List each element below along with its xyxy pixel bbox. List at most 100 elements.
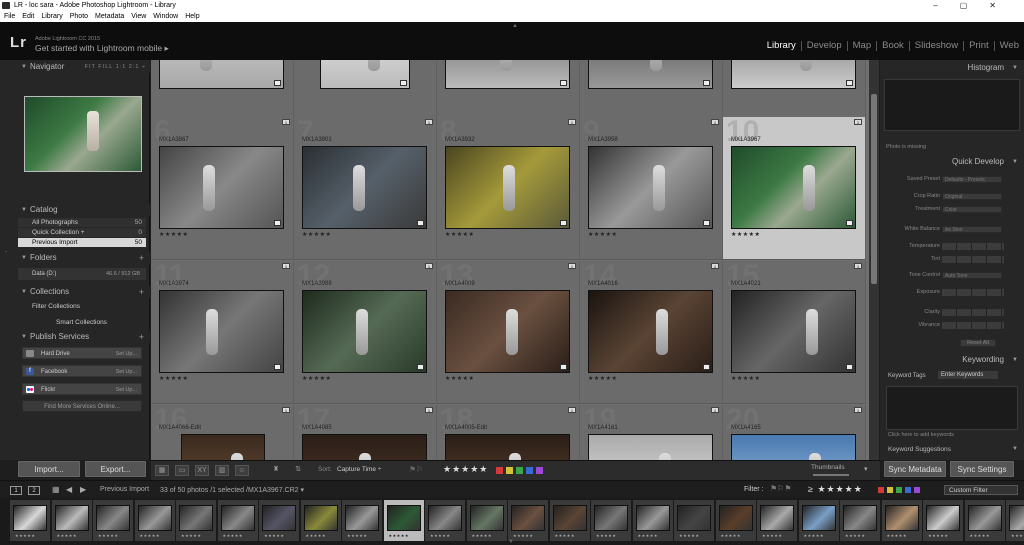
filmstrip-cell[interactable]: ★★★★★ <box>923 500 963 541</box>
grid-cell[interactable]: 1 <box>294 60 437 120</box>
publish-facebook[interactable]: f Facebook Set Up... <box>22 365 142 377</box>
edit-badge-icon[interactable] <box>400 80 407 86</box>
photo-thumbnail[interactable] <box>731 146 856 229</box>
filmstrip-cell[interactable]: ★★★★★ <box>840 500 880 541</box>
metadata-badge-icon[interactable]: 1 <box>711 407 719 413</box>
module-map[interactable]: Map <box>846 41 876 51</box>
photo-thumbnail[interactable] <box>445 290 570 373</box>
metadata-badge-icon[interactable]: 1 <box>854 119 862 125</box>
keyword-tags-dropdown[interactable]: Enter Keywords <box>938 371 998 379</box>
edit-badge-icon[interactable] <box>846 220 853 226</box>
grid-cell[interactable]: 1★★★★★ <box>437 60 580 120</box>
edit-badge-icon[interactable] <box>274 80 281 86</box>
metadata-badge-icon[interactable]: 1 <box>568 119 576 125</box>
grid-cell[interactable]: 18 MX1A4005-Edit 1 <box>437 405 580 460</box>
grid-cell[interactable]: 1★★★★★ <box>723 60 866 120</box>
edit-badge-icon[interactable] <box>703 80 710 86</box>
filter-rating[interactable]: ≥ ★★★★★ <box>808 484 863 495</box>
mobile-promo[interactable]: Get started with Lightroom mobile ▸ <box>35 43 169 54</box>
service-setup[interactable]: Set Up... <box>116 366 137 378</box>
filmstrip-cell[interactable]: ★★★★★ <box>300 500 341 541</box>
grid-view-icon[interactable]: ▦ <box>155 465 169 476</box>
filter-color-swatch[interactable] <box>878 487 884 493</box>
grid-cell[interactable]: 8 MX1A3932 1 ★★★★★ <box>437 117 580 260</box>
filmstrip-thumbnail[interactable] <box>677 505 711 531</box>
cell-rating[interactable]: ★★★★★ <box>588 231 617 238</box>
filmstrip-thumbnail[interactable] <box>13 505 47 531</box>
filmstrip-cell[interactable]: ★★★★★ <box>383 500 424 541</box>
filmstrip-cell[interactable]: ★★★★★ <box>1006 500 1024 541</box>
painter-icon[interactable]: ♜ <box>269 465 283 476</box>
loupe-view-icon[interactable]: ▭ <box>175 465 189 476</box>
grid-cell[interactable]: 6 MX1A3867 1 ★★★★★ <box>151 117 294 260</box>
sync-metadata-button[interactable]: Sync Metadata <box>884 461 946 477</box>
filmstrip-thumbnail[interactable] <box>54 505 89 531</box>
qd-adjust-buttons[interactable] <box>942 256 1004 263</box>
rating-stars[interactable]: ★★★★★ <box>443 464 488 475</box>
qd-dropdown[interactable]: Auto Tone <box>942 272 1002 279</box>
service-setup[interactable]: Set Up... <box>116 348 137 360</box>
photo-thumbnail[interactable] <box>320 60 410 89</box>
filmstrip-source[interactable]: Previous Import <box>100 486 149 493</box>
grid-cell[interactable]: 12 MX1A3988 1 ★★★★★ <box>294 261 437 404</box>
add-collection-icon[interactable]: + <box>139 286 144 298</box>
metadata-badge-icon[interactable]: 1 <box>425 119 433 125</box>
menu-window[interactable]: Window <box>153 11 178 22</box>
cell-rating[interactable]: ★★★★★ <box>159 231 188 238</box>
catalog-all-photographs[interactable]: All Photographs 50 <box>18 218 146 227</box>
back-arrow-icon[interactable]: ◀ <box>66 485 72 494</box>
photo-thumbnail[interactable] <box>302 434 427 460</box>
filmstrip-cell[interactable]: ★★★★★ <box>466 500 507 541</box>
metadata-badge-icon[interactable]: 1 <box>425 407 433 413</box>
photo-thumbnail[interactable] <box>731 290 856 373</box>
histogram-header[interactable]: Histogram ▼ <box>880 62 1024 74</box>
publish-hard-drive[interactable]: Hard Drive Set Up... <box>22 347 142 359</box>
reset-all-button[interactable]: Reset All <box>960 339 996 347</box>
filmstrip-cell[interactable]: ★★★★★ <box>176 500 216 541</box>
edit-badge-icon[interactable] <box>846 80 853 86</box>
filmstrip-cell[interactable]: ★★★★★ <box>217 500 258 541</box>
quick-develop-header[interactable]: Quick Develop ▼ <box>880 156 1024 168</box>
edit-badge-icon[interactable] <box>417 364 424 370</box>
photo-thumbnail[interactable] <box>445 146 570 229</box>
cell-rating[interactable]: ★★★★★ <box>445 375 474 382</box>
photo-thumbnail[interactable] <box>445 60 570 89</box>
filter-color-swatch[interactable] <box>905 487 911 493</box>
photo-thumbnail[interactable] <box>445 434 570 460</box>
window-controls[interactable]: –▢✕ <box>933 0 1018 11</box>
service-setup[interactable]: Set Up... <box>116 384 137 396</box>
filmstrip-cell[interactable]: ★★★★★ <box>591 500 631 541</box>
qd-adjust-buttons[interactable] <box>942 322 1004 329</box>
filmstrip-thumbnail[interactable] <box>303 505 338 531</box>
filter-color-swatch[interactable] <box>887 487 893 493</box>
filmstrip-cell[interactable]: ★★★★★ <box>881 500 922 541</box>
module-library[interactable]: Library <box>762 41 801 51</box>
edit-badge-icon[interactable] <box>274 220 281 226</box>
collection-filter[interactable]: Filter Collections <box>18 302 146 311</box>
collection-smart[interactable]: Smart Collections <box>18 318 146 327</box>
custom-filter-dropdown[interactable]: Custom Filter <box>944 485 1018 495</box>
grid-cell[interactable]: 15 MX1A4021 1 ★★★★★ <box>723 261 866 404</box>
cell-rating[interactable]: ★★★★★ <box>731 375 760 382</box>
photo-thumbnail[interactable] <box>588 290 713 373</box>
toolbar-menu-icon[interactable]: ▾ <box>864 465 876 476</box>
people-view-icon[interactable]: ☺ <box>235 465 249 476</box>
add-publish-service-icon[interactable]: + <box>139 331 144 343</box>
module-develop[interactable]: Develop <box>800 41 847 51</box>
cell-rating[interactable]: ★★★★★ <box>159 375 188 382</box>
filmstrip-cell[interactable]: ★★★★★ <box>674 500 714 541</box>
navigator-preview[interactable] <box>24 96 142 172</box>
filmstrip-cell[interactable]: ★★★★★ <box>342 500 382 541</box>
survey-view-icon[interactable]: ▥ <box>215 465 229 476</box>
find-more-services-button[interactable]: Find More Services Online... <box>22 400 142 412</box>
metadata-badge-icon[interactable]: 1 <box>282 263 290 269</box>
navigator-header[interactable]: ▼ Navigator FIT FILL 1:1 2:1 ÷ <box>0 61 150 73</box>
qd-adjust-buttons[interactable] <box>942 243 1004 250</box>
primary-window-button[interactable]: 1 <box>10 486 22 495</box>
keywording-header[interactable]: Keywording ▼ <box>880 354 1024 366</box>
metadata-badge-icon[interactable]: 1 <box>425 263 433 269</box>
cell-rating[interactable]: ★★★★★ <box>588 375 617 382</box>
cell-rating[interactable]: ★★★★★ <box>302 375 331 382</box>
filmstrip-thumbnail[interactable] <box>469 505 504 531</box>
filmstrip-thumbnail[interactable] <box>884 505 919 531</box>
